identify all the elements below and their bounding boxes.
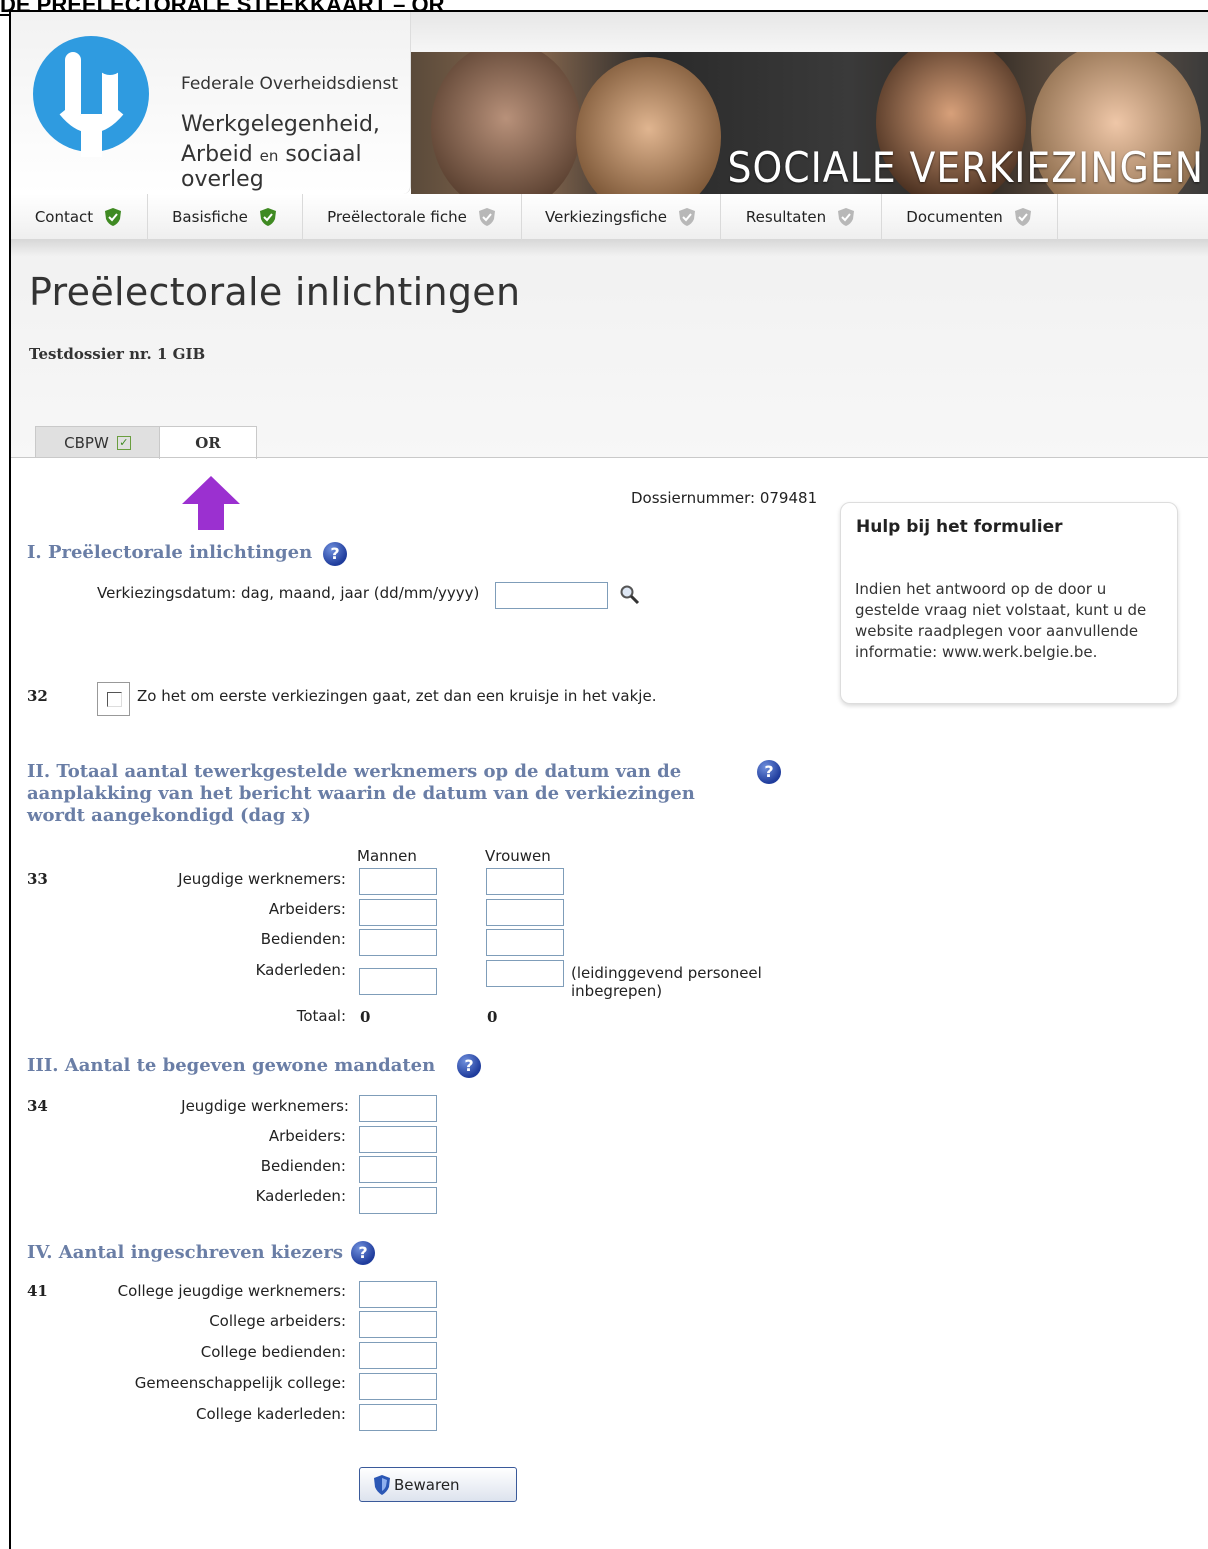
help-box: Hulp bij het formulier Indien het antwoo…: [840, 502, 1178, 704]
complete-check-icon: [105, 207, 122, 226]
total-women: 0: [487, 1008, 498, 1026]
men-youth-input[interactable]: [359, 868, 437, 895]
help-icon[interactable]: ?: [757, 760, 781, 784]
save-button[interactable]: Bewaren: [359, 1467, 517, 1502]
column-women: Vrouwen: [485, 847, 551, 865]
voters-workers-input[interactable]: [359, 1311, 437, 1338]
label-kaderleden: Kaderleden:: [255, 1187, 346, 1205]
total-label: Totaal:: [296, 1007, 346, 1025]
nav-basisfiche[interactable]: Basisfiche: [148, 193, 303, 240]
voters-executives-input[interactable]: [359, 1404, 437, 1431]
women-workers-input[interactable]: [486, 899, 564, 926]
total-men: 0: [360, 1008, 371, 1026]
label-arbeiders: Arbeiders:: [268, 900, 346, 918]
mandates-workers-input[interactable]: [359, 1126, 437, 1153]
voters-employees-input[interactable]: [359, 1342, 437, 1369]
logo-panel: Federale Overheidsdienst Werkgelegenheid…: [11, 12, 411, 194]
help-icon[interactable]: ?: [351, 1241, 375, 1265]
help-icon[interactable]: ?: [323, 542, 347, 566]
page-title: Preëlectorale inlichtingen: [29, 270, 521, 314]
section-1-heading: I. Preëlectorale inlichtingen: [27, 542, 313, 563]
label-bedienden: Bedienden:: [260, 930, 346, 948]
dossier-name: Testdossier nr. 1 GIB: [29, 345, 206, 363]
banner-face-2: [576, 57, 721, 194]
org-line-2: Werkgelegenheid,: [181, 112, 380, 137]
nav-preelectorale-fiche[interactable]: Preëlectorale fiche: [303, 193, 522, 240]
row-number-41: 41: [27, 1282, 48, 1300]
site-header: SOCIALE VERKIEZINGEN Federale Overheidsd…: [11, 12, 1208, 194]
help-icon[interactable]: ?: [457, 1054, 481, 1078]
help-title: Hulp bij het formulier: [856, 517, 1063, 537]
banner-title: SOCIALE VERKIEZINGEN: [727, 143, 1204, 192]
tab-or[interactable]: OR: [159, 426, 257, 459]
up-arrow-icon: [182, 476, 240, 530]
voters-youth-input[interactable]: [359, 1281, 437, 1308]
shield-icon: [374, 1474, 390, 1495]
fod-logo-icon: [29, 32, 154, 161]
first-elections-checkbox[interactable]: [97, 682, 130, 716]
main-nav: Contact Basisfiche Preëlectorale fiche V…: [11, 193, 1208, 240]
mandates-youth-input[interactable]: [359, 1095, 437, 1122]
incomplete-check-icon: [678, 207, 695, 226]
executives-note: (leidinggevend personeel inbegrepen): [571, 964, 762, 1000]
election-date-input[interactable]: [495, 582, 608, 609]
label-arbeiders: Arbeiders:: [268, 1127, 346, 1145]
nav-documenten[interactable]: Documenten: [882, 193, 1058, 240]
search-icon[interactable]: [619, 584, 641, 606]
label-kaderleden: Kaderleden:: [255, 961, 346, 979]
complete-check-icon: [259, 207, 276, 226]
incomplete-check-icon: [1014, 207, 1031, 226]
mandates-employees-input[interactable]: [359, 1156, 437, 1183]
row-number-32: 32: [27, 687, 48, 705]
incomplete-check-icon: [838, 207, 855, 226]
label-college-employees: College bedienden:: [200, 1343, 346, 1361]
voters-joint-input[interactable]: [359, 1373, 437, 1400]
label-jeugdige-werknemers: Jeugdige werknemers:: [178, 870, 346, 888]
org-line-3: Arbeid en sociaal overleg: [181, 142, 362, 192]
column-men: Mannen: [357, 847, 417, 865]
row-number-33: 33: [27, 870, 48, 888]
women-executives-input[interactable]: [486, 960, 564, 987]
label-joint-college: Gemeenschappelijk college:: [134, 1374, 346, 1392]
section-3-heading: III. Aantal te begeven gewone mandaten: [27, 1055, 436, 1076]
label-college-executives: College kaderleden:: [196, 1405, 346, 1423]
nav-verkiezingsfiche[interactable]: Verkiezingsfiche: [522, 193, 721, 240]
men-executives-input[interactable]: [359, 968, 437, 995]
incomplete-check-icon: [478, 207, 495, 226]
label-college-youth: College jeugdige werknemers:: [117, 1282, 346, 1300]
label-jeugdige-werknemers: Jeugdige werknemers:: [181, 1097, 349, 1115]
section-4-heading: IV. Aantal ingeschreven kiezers: [27, 1242, 343, 1263]
checked-box-icon: ✓: [116, 435, 131, 450]
section-2-heading: II. Totaal aantal tewerkgestelde werknem…: [27, 761, 695, 826]
dossier-number: Dossiernummer: 079481: [631, 489, 818, 507]
photo-banner: SOCIALE VERKIEZINGEN: [411, 52, 1208, 194]
mandates-executives-input[interactable]: [359, 1187, 437, 1214]
women-employees-input[interactable]: [486, 929, 564, 956]
first-elections-label: Zo het om eerste verkiezingen gaat, zet …: [137, 687, 657, 705]
election-date-label: Verkiezingsdatum: dag, maand, jaar (dd/m…: [97, 584, 480, 602]
org-line-1: Federale Overheidsdienst: [181, 74, 399, 94]
label-college-workers: College arbeiders:: [209, 1312, 346, 1330]
help-text: Indien het antwoord op de door u gesteld…: [855, 580, 1147, 661]
browser-frame: SOCIALE VERKIEZINGEN Federale Overheidsd…: [9, 10, 1208, 1549]
nav-contact[interactable]: Contact: [11, 193, 148, 240]
label-bedienden: Bedienden:: [260, 1157, 346, 1175]
women-youth-input[interactable]: [486, 868, 564, 895]
nav-resultaten[interactable]: Resultaten: [721, 193, 882, 240]
men-employees-input[interactable]: [359, 929, 437, 956]
tab-cbpw[interactable]: CBPW ✓: [35, 426, 160, 458]
row-number-34: 34: [27, 1097, 48, 1115]
banner-face-1: [431, 52, 581, 194]
men-workers-input[interactable]: [359, 899, 437, 926]
